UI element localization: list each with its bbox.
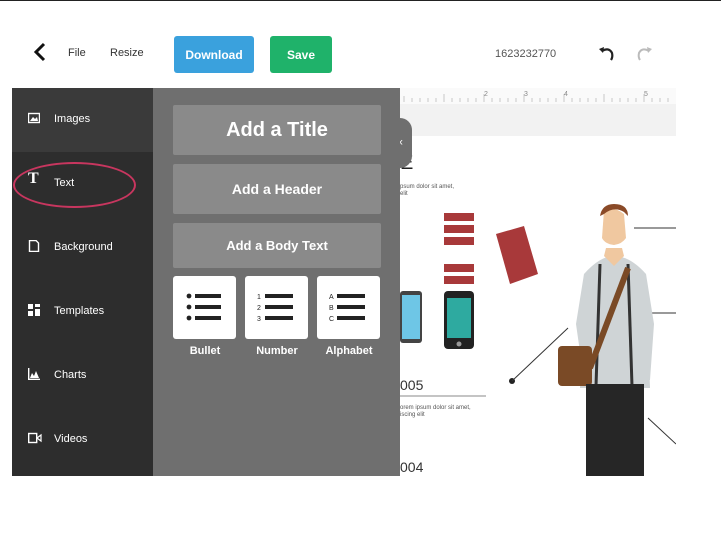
back-icon[interactable] xyxy=(33,42,47,62)
top-border xyxy=(0,0,721,1)
alphabet-list-icon: A B C xyxy=(329,294,365,323)
document-id: 1623232770 xyxy=(495,48,557,60)
chart-icon xyxy=(28,368,40,380)
file-menu[interactable]: File xyxy=(68,47,86,59)
canvas-year-1: 005 xyxy=(400,377,424,393)
bullet-list-icon xyxy=(186,293,221,321)
canvas-year-2: 004 xyxy=(400,459,424,475)
svg-text:A: A xyxy=(329,294,334,301)
alphabet-list-button[interactable]: A B C xyxy=(317,276,380,339)
number-list-button[interactable]: 1 2 3 xyxy=(245,276,308,339)
text-panel: Add a Title Add a Header Add a Body Text… xyxy=(153,88,400,476)
add-title-button[interactable]: Add a Title xyxy=(173,105,381,155)
ruler-label: 3 xyxy=(524,91,528,98)
add-header-button[interactable]: Add a Header xyxy=(173,164,381,214)
ruler-label: 5 xyxy=(644,91,648,98)
bullet-label: Bullet xyxy=(189,345,221,357)
svg-text:B: B xyxy=(329,305,334,312)
sidebar-item-label: Templates xyxy=(54,305,105,317)
canvas-text-1: psum dolor sit amet, xyxy=(400,184,455,190)
sidebar-item-background[interactable]: Background xyxy=(12,216,153,280)
video-icon xyxy=(27,432,42,444)
save-button[interactable]: Save xyxy=(270,36,332,73)
svg-text:2: 2 xyxy=(257,305,261,312)
sidebar-item-images[interactable]: Images xyxy=(12,88,153,152)
background-icon xyxy=(28,239,40,253)
svg-text:C: C xyxy=(329,316,334,323)
canvas-text-1b: elit xyxy=(400,191,408,197)
svg-text:1: 1 xyxy=(257,294,261,301)
bullet-list-button[interactable] xyxy=(173,276,236,339)
ruler-label: 2 xyxy=(484,91,488,98)
ruler-label: 4 xyxy=(564,91,568,98)
alphabet-label: Alphabet xyxy=(325,345,373,357)
sidebar-item-label: Background xyxy=(54,241,113,253)
sidebar-item-label: Images xyxy=(54,113,91,125)
sidebar: Images T Text Background Templates Chart… xyxy=(12,88,153,476)
image-icon xyxy=(27,112,41,124)
sidebar-item-videos[interactable]: Videos xyxy=(12,408,153,472)
sidebar-item-label: Charts xyxy=(54,369,87,381)
sidebar-item-templates[interactable]: Templates xyxy=(12,280,153,344)
sidebar-item-label: Videos xyxy=(54,433,88,445)
canvas-text-2b: iscing elit xyxy=(400,412,425,418)
download-button[interactable]: Download xyxy=(174,36,254,73)
templates-icon xyxy=(28,304,40,316)
number-label: Number xyxy=(256,345,298,357)
redo-icon[interactable] xyxy=(634,45,654,63)
add-body-text-button[interactable]: Add a Body Text xyxy=(173,223,381,268)
svg-text:3: 3 xyxy=(257,316,261,323)
design-canvas[interactable]: E psum dolor sit amet, elit 005 orem ips… xyxy=(400,88,676,476)
sidebar-item-charts[interactable]: Charts xyxy=(12,344,153,408)
number-list-icon: 1 2 3 xyxy=(257,294,293,323)
text-item-highlight xyxy=(13,162,136,208)
undo-icon[interactable] xyxy=(597,45,617,63)
resize-menu[interactable]: Resize xyxy=(110,47,144,59)
canvas-text-2: orem ipsum dolor sit amet, xyxy=(400,405,471,411)
